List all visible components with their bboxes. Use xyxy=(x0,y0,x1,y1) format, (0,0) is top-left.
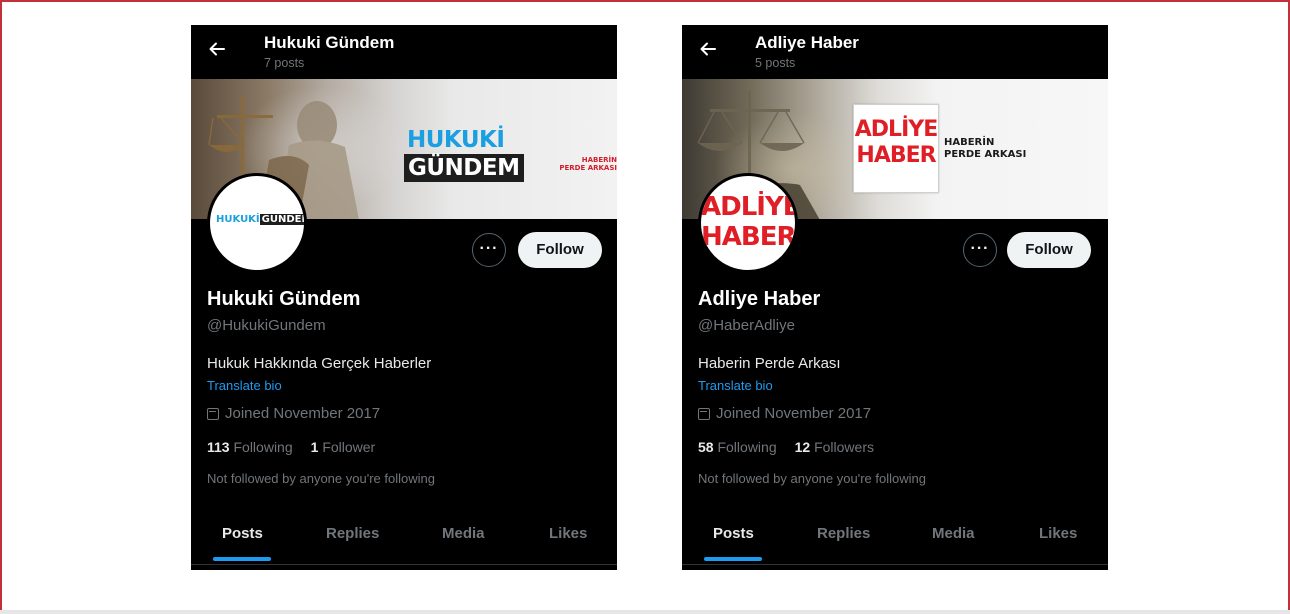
banner-tagline: HABERİN PERDE ARKASI xyxy=(944,137,1026,161)
following-link[interactable]: 113 Following xyxy=(207,439,293,455)
header-post-count: 7 posts xyxy=(264,56,305,70)
joined-date-text: Joined November 2017 xyxy=(225,405,381,422)
tab-media[interactable]: Media xyxy=(932,525,975,542)
banner-logo-word-1: HUKUKİ xyxy=(407,127,505,153)
user-handle: @HaberAdliye xyxy=(698,317,795,334)
following-count: 113 xyxy=(207,439,230,455)
joined-date: Joined November 2017 xyxy=(698,405,871,422)
translate-bio-link[interactable]: Translate bio xyxy=(698,378,773,393)
more-options-button[interactable]: ··· xyxy=(472,233,506,267)
tab-likes[interactable]: Likes xyxy=(549,525,587,542)
followers-label: Followers xyxy=(814,439,874,455)
banner-logo-subtitle: HABERİN PERDE ARKASI xyxy=(559,156,617,172)
banner-logo-line-2: HABER xyxy=(856,143,936,168)
followers-link[interactable]: 1 Follower xyxy=(311,439,376,455)
follow-button[interactable]: Follow xyxy=(1007,232,1091,268)
profile-tabs: Posts Replies Media Likes xyxy=(682,513,1108,563)
display-name: Hukuki Gündem xyxy=(207,288,361,310)
profile-bio: Haberin Perde Arkası xyxy=(698,355,841,372)
banner-logo: ADLİYE HABER xyxy=(853,104,939,193)
banner-logo-subtitle-2: PERDE ARKASI xyxy=(559,164,617,172)
header-post-count: 5 posts xyxy=(755,56,796,70)
tab-replies[interactable]: Replies xyxy=(326,525,379,542)
tabs-divider xyxy=(682,564,1108,565)
followers-label: Follower xyxy=(322,439,376,455)
joined-date-text: Joined November 2017 xyxy=(716,405,872,422)
profile-card-adliye-haber: Adliye Haber 5 posts ADLİYE HABER HABERİ… xyxy=(682,25,1108,570)
calendar-icon xyxy=(698,407,710,420)
tab-replies[interactable]: Replies xyxy=(817,525,870,542)
not-followed-notice: Not followed by anyone you're following xyxy=(207,471,435,486)
banner-logo: HUKUKİGÜNDEM HABERİN PERDE ARKASI xyxy=(404,126,617,182)
header-title: Hukuki Gündem xyxy=(264,33,395,52)
following-count: 58 xyxy=(698,439,714,455)
avatar-logo-word-1: HUKUKİ xyxy=(216,214,260,225)
follow-button[interactable]: Follow xyxy=(518,232,602,268)
tabs-divider xyxy=(191,564,617,565)
tab-likes[interactable]: Likes xyxy=(1039,525,1077,542)
user-handle: @HukukiGundem xyxy=(207,317,326,334)
header-title: Adliye Haber xyxy=(755,33,859,52)
back-arrow-icon[interactable] xyxy=(698,39,718,59)
avatar[interactable]: ADLİYE HABER xyxy=(698,173,798,273)
following-label: Following xyxy=(233,439,293,455)
joined-date: Joined November 2017 xyxy=(207,405,380,422)
avatar[interactable]: HUKUKİ GÜNDEM xyxy=(207,173,307,273)
avatar-logo: HUKUKİ GÜNDEM xyxy=(216,214,304,225)
banner-logo-subtitle-1: HABERİN xyxy=(581,156,617,164)
banner-tagline-1: HABERİN xyxy=(944,137,995,148)
avatar-logo: ADLİYE HABER xyxy=(701,192,795,252)
banner-logo-word-2: GÜNDEM xyxy=(404,154,524,182)
profile-header-bar: Adliye Haber 5 posts xyxy=(682,25,1108,79)
more-options-button[interactable]: ··· xyxy=(963,233,997,267)
profile-card-hukuki-gundem: Hukuki Gündem 7 posts HUKUKİGÜNDEM HABER… xyxy=(191,25,617,570)
follow-counts: 113 Following 1 Follower xyxy=(207,439,375,455)
avatar-logo-line-2: HABER xyxy=(701,222,796,252)
translate-bio-link[interactable]: Translate bio xyxy=(207,378,282,393)
active-tab-indicator xyxy=(704,557,762,561)
banner-tagline-2: PERDE ARKASI xyxy=(944,149,1027,160)
avatar-logo-line-1: ADLİYE xyxy=(701,192,798,222)
tab-posts[interactable]: Posts xyxy=(713,525,754,542)
banner-logo-line-1: ADLİYE xyxy=(854,117,938,142)
follow-counts: 58 Following 12 Followers xyxy=(698,439,874,455)
followers-count: 1 xyxy=(310,439,319,455)
not-followed-notice: Not followed by anyone you're following xyxy=(698,471,926,486)
display-name: Adliye Haber xyxy=(698,288,821,310)
active-tab-indicator xyxy=(213,557,271,561)
followers-count: 12 xyxy=(794,439,811,455)
profile-tabs: Posts Replies Media Likes xyxy=(191,513,617,563)
following-label: Following xyxy=(717,439,777,455)
following-link[interactable]: 58 Following xyxy=(698,439,777,455)
profile-bio: Hukuk Hakkında Gerçek Haberler xyxy=(207,355,432,372)
tab-media[interactable]: Media xyxy=(442,525,485,542)
back-arrow-icon[interactable] xyxy=(207,39,227,59)
avatar-logo-word-2: GÜNDEM xyxy=(259,214,304,225)
followers-link[interactable]: 12 Followers xyxy=(795,439,874,455)
figure-bottom-rule xyxy=(0,610,1290,614)
tab-posts[interactable]: Posts xyxy=(222,525,263,542)
profile-header-bar: Hukuki Gündem 7 posts xyxy=(191,25,617,79)
calendar-icon xyxy=(207,407,219,420)
